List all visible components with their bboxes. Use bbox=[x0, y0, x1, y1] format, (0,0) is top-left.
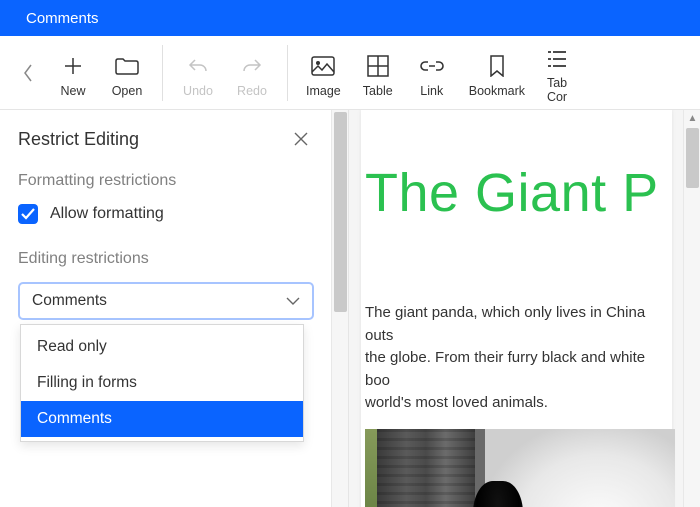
undo-icon bbox=[187, 52, 209, 80]
scrollbar-thumb[interactable] bbox=[686, 128, 699, 188]
chevron-left-icon bbox=[23, 64, 33, 82]
title-text: Comments bbox=[26, 10, 99, 27]
document-image bbox=[365, 429, 675, 507]
open-label: Open bbox=[112, 84, 143, 98]
toc-label: Tab Cor bbox=[547, 77, 567, 105]
bookmark-icon bbox=[488, 52, 506, 80]
new-label: New bbox=[60, 84, 85, 98]
body-line: The giant panda, which only lives in Chi… bbox=[365, 304, 645, 344]
toolbar-separator bbox=[162, 45, 163, 101]
new-button[interactable]: New bbox=[46, 36, 100, 110]
undo-button[interactable]: Undo bbox=[171, 36, 225, 110]
allow-formatting-checkbox[interactable]: Allow formatting bbox=[18, 204, 312, 224]
dropdown-option-forms[interactable]: Filling in forms bbox=[21, 365, 303, 401]
restrict-editing-panel: Restrict Editing Formatting restrictions… bbox=[0, 110, 348, 507]
back-button[interactable] bbox=[10, 36, 46, 110]
dropdown-menu: Read only Filling in forms Comments bbox=[20, 324, 304, 442]
redo-label: Redo bbox=[237, 84, 267, 98]
plus-icon bbox=[62, 52, 84, 80]
document-viewport: The Giant P The giant panda, which only … bbox=[348, 110, 700, 507]
image-icon bbox=[311, 52, 335, 80]
table-contents-button[interactable]: Tab Cor bbox=[535, 36, 569, 110]
document-paragraph: The giant panda, which only lives in Chi… bbox=[361, 302, 672, 415]
close-panel-button[interactable] bbox=[290, 128, 312, 150]
table-button[interactable]: Table bbox=[351, 36, 405, 110]
dropdown-option-comments[interactable]: Comments bbox=[21, 401, 303, 437]
document-heading: The Giant P bbox=[361, 162, 672, 224]
panel-title: Restrict Editing bbox=[18, 129, 139, 150]
link-button[interactable]: Link bbox=[405, 36, 459, 110]
formatting-section-label: Formatting restrictions bbox=[18, 172, 312, 190]
list-icon bbox=[547, 45, 567, 73]
link-label: Link bbox=[420, 84, 443, 98]
redo-icon bbox=[241, 52, 263, 80]
scroll-up-icon[interactable]: ▲ bbox=[684, 110, 700, 127]
link-icon bbox=[420, 52, 444, 80]
toolbar-separator bbox=[287, 45, 288, 101]
undo-label: Undo bbox=[183, 84, 213, 98]
close-icon bbox=[294, 132, 308, 146]
dropdown-option-readonly[interactable]: Read only bbox=[21, 329, 303, 365]
checkbox-checked-icon bbox=[18, 204, 38, 224]
table-icon bbox=[367, 52, 389, 80]
dropdown-value: Comments bbox=[32, 292, 107, 310]
document-scrollbar[interactable]: ▲ bbox=[683, 110, 700, 507]
table-label: Table bbox=[363, 84, 393, 98]
image-button[interactable]: Image bbox=[296, 36, 351, 110]
allow-formatting-label: Allow formatting bbox=[50, 205, 164, 223]
bookmark-button[interactable]: Bookmark bbox=[459, 36, 535, 110]
bookmark-label: Bookmark bbox=[469, 84, 525, 98]
open-button[interactable]: Open bbox=[100, 36, 154, 110]
chevron-down-icon bbox=[286, 297, 300, 306]
panel-scrollbar[interactable] bbox=[331, 110, 348, 507]
body-line: the globe. From their furry black and wh… bbox=[365, 349, 645, 389]
title-bar: Comments bbox=[0, 0, 700, 36]
folder-icon bbox=[114, 52, 140, 80]
redo-button[interactable]: Redo bbox=[225, 36, 279, 110]
scrollbar-thumb[interactable] bbox=[334, 112, 347, 312]
toolbar: New Open Undo Redo Image Table Link bbox=[0, 36, 700, 110]
image-label: Image bbox=[306, 84, 341, 98]
content-area: Restrict Editing Formatting restrictions… bbox=[0, 110, 700, 507]
editing-restrictions-dropdown[interactable]: Comments Read only Filling in forms Comm… bbox=[18, 282, 314, 320]
body-line: world's most loved animals. bbox=[365, 394, 548, 411]
editing-section-label: Editing restrictions bbox=[18, 250, 312, 268]
document-page: The Giant P The giant panda, which only … bbox=[361, 110, 672, 507]
